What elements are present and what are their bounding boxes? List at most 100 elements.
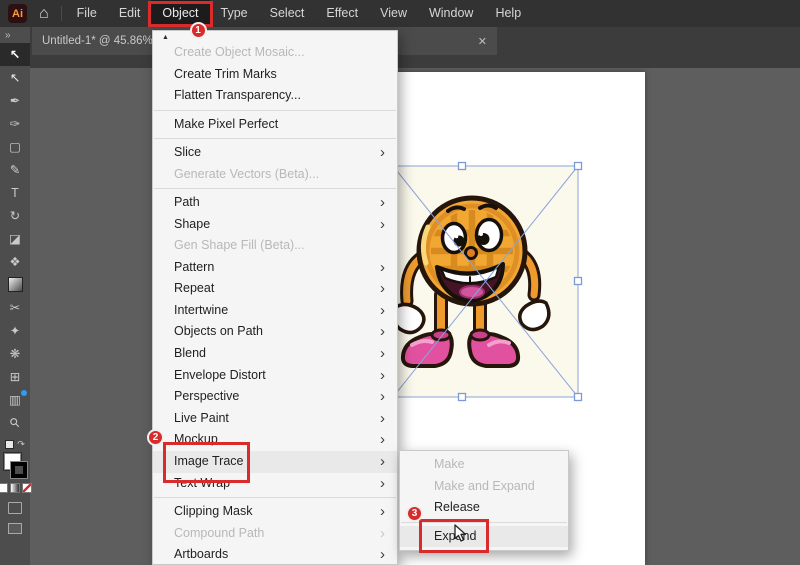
eraser-tool-icon[interactable]: ◪	[0, 227, 30, 250]
menubar-item-effect[interactable]: Effect	[315, 0, 369, 27]
submenu-arrow-icon: ›	[380, 365, 385, 387]
menu-item-label: Create Trim Marks	[174, 64, 385, 86]
document-tab-bar: Untitled-1* @ 45.86% (CMYK/Preview) ✕	[30, 27, 800, 68]
object-menu-item-slice[interactable]: Slice›	[153, 142, 397, 164]
menubar-items: FileEditObjectTypeSelectEffectViewWindow…	[66, 0, 533, 27]
menubar-item-window[interactable]: Window	[418, 0, 484, 27]
menubar-item-help[interactable]: Help	[484, 0, 532, 27]
tab-close-icon[interactable]: ✕	[478, 35, 487, 48]
illustrator-window: Untitled-1* @ 45.86% (CMYK/Preview) ✕ Ai…	[0, 0, 800, 565]
object-menu-item-blend[interactable]: Blend›	[153, 343, 397, 365]
submenu-arrow-icon: ›	[380, 544, 385, 565]
object-menu-item-perspective[interactable]: Perspective›	[153, 386, 397, 408]
direct-selection-tool-icon-glyph: ↖	[10, 70, 20, 85]
zoom-tool-icon[interactable]: ⚲	[0, 411, 30, 434]
object-menu-item-shape[interactable]: Shape›	[153, 214, 397, 236]
object-menu-item-create-trim-marks[interactable]: Create Trim Marks	[153, 64, 397, 86]
menubar-item-edit[interactable]: Edit	[108, 0, 152, 27]
direct-selection-tool-icon[interactable]: ↖	[0, 66, 30, 89]
menu-item-label: Make	[434, 454, 556, 476]
shape-builder-tool-icon-glyph: ❖	[9, 254, 20, 269]
object-menu-item-gen-shape-fill-beta: Gen Shape Fill (Beta)...	[153, 235, 397, 257]
submenu-arrow-icon: ›	[380, 300, 385, 322]
color-controls: ↷	[0, 438, 32, 534]
submenu-arrow-icon: ›	[380, 451, 385, 473]
step3-badge: 3	[406, 505, 423, 522]
shape-builder-tool-icon[interactable]: ❖	[0, 250, 30, 273]
draw-mode-button[interactable]	[8, 502, 22, 514]
object-menu-item-live-paint[interactable]: Live Paint›	[153, 408, 397, 430]
object-menu-item-compound-path: Compound Path›	[153, 523, 397, 545]
object-menu-item-pattern[interactable]: Pattern›	[153, 257, 397, 279]
submenu-arrow-icon: ›	[380, 343, 385, 365]
menubar-item-file[interactable]: File	[66, 0, 108, 27]
step2-highlight-rect	[163, 442, 250, 483]
object-menu-item-make-pixel-perfect[interactable]: Make Pixel Perfect	[153, 114, 397, 136]
graph-tool-icon-glyph: ▥	[9, 392, 21, 407]
step1-badge: 1	[190, 22, 207, 39]
curvature-tool-icon[interactable]: ✑	[0, 112, 30, 135]
default-fill-stroke-icon[interactable]	[5, 440, 14, 449]
menubar-divider	[61, 6, 62, 21]
menu-item-label: Pattern	[174, 257, 380, 279]
eyedropper-tool-icon[interactable]: ✦	[0, 319, 30, 342]
object-menu-item-generate-vectors-beta: Generate Vectors (Beta)...	[153, 164, 397, 186]
symbol-sprayer-tool-icon[interactable]: ❋	[0, 342, 30, 365]
color-button[interactable]	[0, 483, 8, 493]
none-button[interactable]	[22, 483, 32, 493]
menu-item-label: Envelope Distort	[174, 365, 380, 387]
object-menu-item-envelope-distort[interactable]: Envelope Distort›	[153, 365, 397, 387]
home-icon[interactable]: ⌂	[39, 0, 49, 27]
stroke-color-swatch[interactable]	[11, 462, 27, 478]
selection-bounding-box[interactable]	[388, 160, 594, 405]
pen-tool-icon[interactable]: ✒	[0, 89, 30, 112]
menu-item-label: Repeat	[174, 278, 380, 300]
rotate-tool-icon[interactable]: ↻	[0, 204, 30, 227]
submenu-item-release[interactable]: Release	[400, 497, 568, 519]
paintbrush-tool-icon[interactable]: ✎	[0, 158, 30, 181]
object-menu-item-flatten-transparency[interactable]: Flatten Transparency...	[153, 85, 397, 107]
collapse-panels-icon[interactable]: »	[0, 27, 30, 43]
menu-separator	[154, 188, 396, 189]
menu-scroll-up-icon: ▲	[162, 34, 169, 41]
object-menu-item-artboards[interactable]: Artboards›	[153, 544, 397, 565]
menu-item-label: Compound Path	[174, 523, 380, 545]
illustrator-logo-icon: Ai	[8, 4, 27, 23]
artboard-tool-icon[interactable]: ⊞	[0, 365, 30, 388]
symbol-sprayer-tool-icon-glyph: ❋	[10, 346, 20, 361]
submenu-arrow-icon: ›	[380, 214, 385, 236]
object-menu-item-objects-on-path[interactable]: Objects on Path›	[153, 321, 397, 343]
curvature-tool-icon-glyph: ✑	[10, 116, 20, 131]
menu-item-label: Clipping Mask	[174, 501, 380, 523]
object-menu-item-clipping-mask[interactable]: Clipping Mask›	[153, 501, 397, 523]
artboard-tool-icon-glyph: ⊞	[10, 369, 20, 384]
gradient-button[interactable]	[10, 483, 20, 493]
object-menu-item-repeat[interactable]: Repeat›	[153, 278, 397, 300]
submenu-arrow-icon: ›	[380, 257, 385, 279]
collapse-panels-icon-glyph: »	[5, 30, 11, 41]
menubar-item-select[interactable]: Select	[259, 0, 316, 27]
type-tool-icon[interactable]: T	[0, 181, 30, 204]
graph-tool-icon[interactable]: ▥	[0, 388, 30, 411]
object-menu-item-path[interactable]: Path›	[153, 192, 397, 214]
rectangle-tool-icon[interactable]: ▢	[0, 135, 30, 158]
screen-mode-button[interactable]	[8, 523, 22, 534]
swap-fill-stroke-icon[interactable]: ↷	[17, 440, 25, 449]
menubar-item-view[interactable]: View	[369, 0, 418, 27]
submenu-arrow-icon: ›	[380, 386, 385, 408]
knife-tool-icon[interactable]: ✂	[0, 296, 30, 319]
menu-separator	[154, 497, 396, 498]
menubar-item-type[interactable]: Type	[210, 0, 259, 27]
selection-tool-icon[interactable]: ↖	[0, 43, 30, 66]
menu-separator	[154, 110, 396, 111]
type-tool-icon-glyph: T	[11, 186, 19, 200]
object-menu-item-intertwine[interactable]: Intertwine›	[153, 300, 397, 322]
step2-badge: 2	[147, 429, 164, 446]
menu-item-label: Perspective	[174, 386, 380, 408]
default-swatches-row[interactable]: ↷	[5, 438, 25, 450]
gradient-tool-icon[interactable]	[0, 273, 30, 296]
pen-tool-icon-glyph: ✒	[10, 93, 20, 108]
submenu-arrow-icon: ›	[380, 142, 385, 164]
menu-item-label: Gen Shape Fill (Beta)...	[174, 235, 385, 257]
knife-tool-icon-glyph: ✂	[10, 300, 20, 315]
